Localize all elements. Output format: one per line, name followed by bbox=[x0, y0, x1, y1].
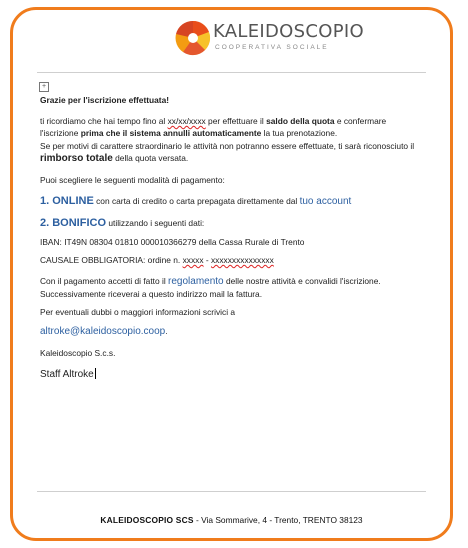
iban-line: IBAN: IT49N 08304 01810 000010366279 del… bbox=[40, 236, 305, 247]
email-frame: KALEIDOSCOPIO COOPERATIVA SOCIALE + Graz… bbox=[10, 7, 453, 541]
footer: KALEIDOSCOPIO SCS - Via Sommarive, 4 - T… bbox=[100, 515, 363, 525]
signature[interactable]: Staff Altroke bbox=[40, 368, 425, 381]
paragraph-deadline: ti ricordiamo che hai tempo fino al xx/x… bbox=[40, 116, 387, 139]
email-header: KALEIDOSCOPIO COOPERATIVA SOCIALE bbox=[13, 10, 450, 73]
logo: KALEIDOSCOPIO COOPERATIVA SOCIALE bbox=[175, 18, 364, 58]
payment-intro: Puoi scegliere le seguenti modalità di p… bbox=[40, 175, 225, 186]
paragraph-refund: Se per motivi di carattere straordinario… bbox=[40, 140, 415, 164]
logo-subtitle: COOPERATIVA SOCIALE bbox=[215, 44, 329, 51]
account-link[interactable]: tuo account bbox=[300, 196, 352, 207]
logo-name: KALEIDOSCOPIO bbox=[213, 21, 364, 42]
footer-divider bbox=[37, 491, 426, 492]
header-divider bbox=[37, 72, 426, 73]
email-body: Grazie per l'iscrizione effettuata! ti r… bbox=[40, 94, 425, 381]
company-name: Kaleidoscopio S.c.s. bbox=[40, 347, 116, 358]
payment-option-online: 1. ONLINE con carta di credito o carta p… bbox=[40, 195, 352, 208]
paragraph-contact: Per eventuali dubbi o maggiori informazi… bbox=[40, 307, 236, 318]
greeting: Grazie per l'iscrizione effettuata! bbox=[40, 95, 170, 105]
payment-option-transfer: 2. BONIFICO utilizzando i seguenti dati: bbox=[40, 217, 205, 230]
causale-line: CAUSALE OBBLIGATORIA: ordine n. xxxxx - … bbox=[40, 254, 274, 265]
text-cursor bbox=[94, 368, 96, 380]
contact-line: altroke@kaleidoscopio.coop. bbox=[40, 325, 168, 337]
table-move-handle-icon[interactable]: + bbox=[39, 82, 49, 92]
regulation-link[interactable]: regolamento bbox=[168, 276, 224, 287]
contact-email-link[interactable]: altroke@kaleidoscopio.coop bbox=[40, 326, 165, 337]
kaleidoscope-logo-icon bbox=[175, 20, 211, 56]
paragraph-regulation: Con il pagamento accetti di fatto il reg… bbox=[40, 276, 381, 300]
